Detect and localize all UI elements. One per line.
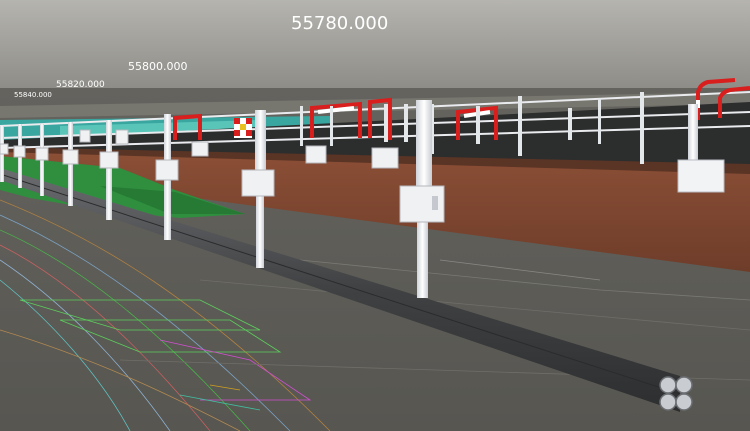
- station-label-55780: 55780.000: [291, 13, 388, 34]
- checkered-marker: [234, 118, 252, 138]
- station-label-55840: 55840.000: [14, 91, 52, 99]
- station-label-55820: 55820.000: [56, 80, 105, 90]
- station-label-55800: 55800.000: [128, 60, 188, 73]
- 3d-viewport[interactable]: 55780.000 55800.000 55820.000 55840.000: [0, 0, 750, 431]
- scene-canvas[interactable]: 55780.000 55800.000 55820.000 55840.000: [0, 0, 750, 431]
